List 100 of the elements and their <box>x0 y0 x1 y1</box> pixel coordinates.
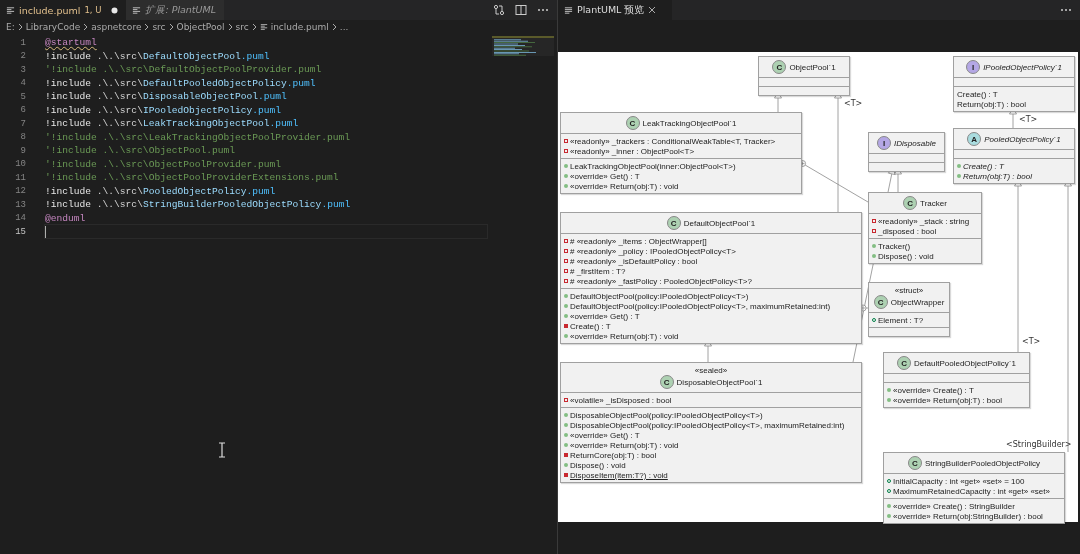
code-line: !include .\.\src\LeakTrackingObjectPool.puml <box>45 118 299 130</box>
visibility-icon <box>564 463 568 467</box>
file-icon <box>6 5 15 15</box>
visibility-icon <box>887 398 891 402</box>
class-method: DisposeItem(item:T?) : void <box>570 470 668 480</box>
class-method: Create() : T <box>570 321 611 331</box>
class-name: ObjectWrapper <box>890 297 945 307</box>
file-icon <box>132 5 142 15</box>
class-method: «override» Get() : T <box>570 311 640 321</box>
class-method: «override» Return(obj:T) : bool <box>893 395 1002 405</box>
code-line: @enduml <box>45 212 86 224</box>
line-number: 3 <box>19 64 27 75</box>
visibility-icon <box>564 279 568 283</box>
class-method: «override» Return(obj:T) : void <box>570 181 679 191</box>
class-field: # «readonly» _items : ObjectWrapper[] <box>570 236 707 246</box>
breadcrumb-item[interactable]: src <box>235 22 249 32</box>
class-field: «volatile» _isDisposed : bool <box>570 395 672 405</box>
code-line: '!include .\.\src\ObjectPool.puml <box>45 145 235 157</box>
code-line: !include .\.\src\DefaultPooledObjectPolicy.puml <box>45 77 316 89</box>
visibility-icon <box>872 244 876 248</box>
preview-tab[interactable]: PlantUML 预览 <box>558 0 672 20</box>
breadcrumb-item[interactable]: ObjectPool <box>176 22 225 32</box>
editor-tab[interactable]: include.puml 1, U <box>0 0 127 20</box>
class-field: InitialCapacity : int «get» «set» = 100 <box>893 476 1025 486</box>
line-number: 5 <box>19 91 27 102</box>
class-badge: I <box>877 136 892 150</box>
line-number: 12 <box>14 186 27 197</box>
class-field: MaximumRetainedCapacity : int «get» «set» <box>893 486 1050 496</box>
code-line: !include .\.\src\DefaultObjectPool.puml <box>45 50 270 62</box>
chevron-icon <box>251 23 257 31</box>
visibility-icon <box>564 398 568 402</box>
chevron-icon <box>331 23 337 31</box>
visibility-icon <box>872 229 876 233</box>
close-icon[interactable] <box>648 6 657 14</box>
visibility-icon <box>564 294 568 298</box>
visibility-icon <box>564 453 568 457</box>
code-line: '!include .\.\src\ObjectPoolProviderExtensions.puml <box>45 172 339 184</box>
code-line: !include .\.\src\IPooledObjectPolicy.puml <box>45 104 282 116</box>
code-line: !include .\.\src\StringBuilderPooledObjectPolicy.puml <box>45 199 351 211</box>
class-badge: C <box>666 216 681 230</box>
line-number: 2 <box>19 51 27 62</box>
line-number: 4 <box>19 78 27 89</box>
code-line: '!include .\.\src\LeakTrackingObjectPoolProvider.puml <box>45 131 351 143</box>
class-method: Tracker() <box>878 241 911 251</box>
visibility-icon <box>564 413 568 417</box>
preview-icon <box>564 5 573 15</box>
class-field: «readonly» _trackers : ConditionalWeakTable<T, Tracker> <box>570 136 776 146</box>
editor-tab[interactable]: 扩展: PlantUML <box>126 0 225 20</box>
class-name: StringBuilderPooledObjectPolicy <box>924 458 1041 468</box>
compare-changes-icon[interactable] <box>493 4 505 16</box>
code-line: '!include .\.\src\DefaultObjectPoolProvider.puml <box>45 64 322 76</box>
file-icon <box>259 23 268 31</box>
visibility-icon <box>564 473 568 477</box>
class-badge: C <box>903 196 918 210</box>
chevron-icon <box>227 23 233 31</box>
visibility-icon <box>887 388 891 392</box>
class-method: DisposableObjectPool(policy:IPooledObjectPolicy<T>) <box>570 410 763 420</box>
line-number: 7 <box>19 118 27 129</box>
split-editor-icon[interactable] <box>515 4 527 16</box>
line-number: 6 <box>19 105 27 116</box>
visibility-icon <box>564 324 568 328</box>
line-number: 10 <box>14 159 27 170</box>
visibility-icon <box>887 514 891 518</box>
class-field: «readonly» _stack : string <box>878 216 970 226</box>
visibility-icon <box>564 423 568 427</box>
chevron-icon <box>168 23 174 31</box>
class-method: Dispose() : void <box>878 251 934 261</box>
visibility-icon <box>564 249 568 253</box>
line-number: 11 <box>14 172 27 183</box>
class-method: «override» Return(obj:T) : void <box>570 440 679 450</box>
visibility-icon <box>957 174 961 178</box>
breadcrumb-item[interactable]: E: <box>6 22 15 32</box>
class-method: Dispose() : void <box>570 460 626 470</box>
class-field: # «readonly» _isDefaultPolicy : bool <box>570 256 698 266</box>
visibility-icon <box>564 269 568 273</box>
breadcrumb-item[interactable]: LibraryCode <box>25 22 81 32</box>
class-name: LeakTrackingObjectPool`1 <box>642 118 737 128</box>
breadcrumb-item[interactable]: src <box>152 22 166 32</box>
relation-label: <T> <box>1019 115 1038 124</box>
visibility-icon <box>957 164 961 168</box>
more-icon[interactable] <box>537 8 549 12</box>
class-name: IPooledObjectPolicy`1 <box>983 62 1062 72</box>
code-line: '!include .\.\src\ObjectPoolProvider.puml <box>45 158 282 170</box>
class-badge: C <box>625 116 640 130</box>
chevron-icon <box>144 23 150 31</box>
more-icon[interactable] <box>1060 8 1072 12</box>
breadcrumb-item[interactable]: aspnetcore <box>91 22 142 32</box>
line-number: 13 <box>14 199 27 210</box>
visibility-icon <box>564 314 568 318</box>
class-stereotype: «struct» <box>894 286 924 295</box>
visibility-icon <box>564 149 568 153</box>
relation-label: <T> <box>844 99 863 108</box>
minimap[interactable] <box>492 36 554 56</box>
chevron-icon <box>17 23 23 31</box>
class-method: DisposableObjectPool(policy:IPooledObjectPolicy<T>, maximumRetained:int) <box>570 420 845 430</box>
breadcrumb-item[interactable]: ... <box>339 22 349 32</box>
class-badge: I <box>966 60 981 74</box>
breadcrumb-item[interactable]: include.puml <box>270 22 329 32</box>
class-method: «override» Get() : T <box>570 171 640 181</box>
visibility-icon <box>564 259 568 263</box>
